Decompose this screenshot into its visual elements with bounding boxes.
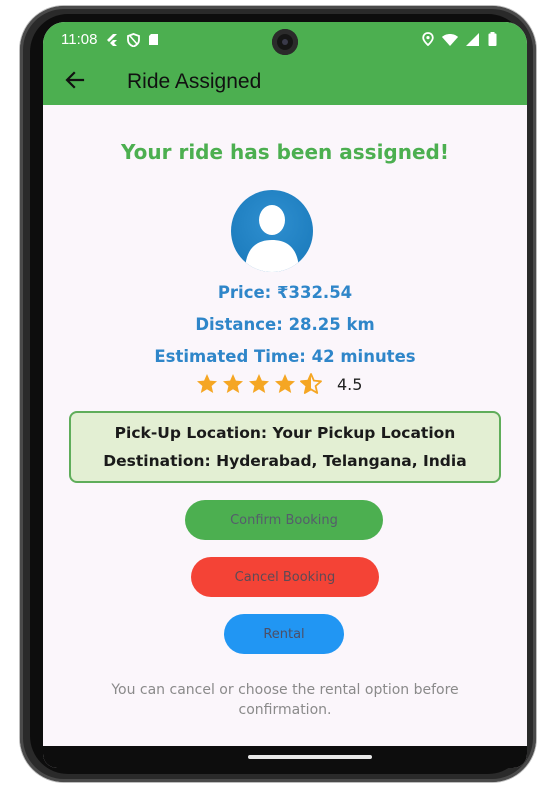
driver-rating: 4.5 [195, 371, 362, 397]
half-star-icon [300, 373, 322, 394]
person-icon [245, 205, 299, 272]
sd-card-icon [149, 34, 159, 45]
flutter-icon [107, 33, 118, 46]
front-camera [272, 29, 298, 55]
shield-icon [127, 32, 141, 47]
star-icon [197, 374, 217, 393]
page-title: Ride Assigned [127, 70, 262, 93]
status-time: 11:08 [61, 31, 98, 48]
distance-text: Distance: 28.25 km [195, 315, 375, 334]
home-gesture-pill[interactable] [248, 755, 372, 759]
cancel-booking-button[interactable]: Cancel Booking [191, 557, 379, 597]
pickup-location: Pick-Up Location: Your Pickup Location [114, 424, 456, 442]
battery-icon [488, 32, 497, 46]
driver-avatar [231, 190, 313, 272]
rental-button[interactable]: Rental [224, 614, 344, 654]
confirm-booking-button[interactable]: Confirm Booking [185, 500, 383, 540]
app-header: 11:08 Ride Assigned [43, 22, 527, 105]
wifi-icon [442, 33, 458, 46]
signal-icon [466, 32, 479, 46]
star-icon [223, 374, 243, 393]
price-text: Price: ₹332.54 [217, 283, 353, 302]
app-screen: 11:08 Ride Assigned Your ride has been a… [43, 22, 527, 768]
location-card: Pick-Up Location: Your Pickup Location D… [69, 411, 501, 483]
star-icon [249, 374, 269, 393]
destination-location: Destination: Hyderabad, Telangana, India [103, 452, 467, 470]
arrow-left-icon[interactable] [63, 68, 87, 92]
location-icon [422, 32, 434, 46]
estimated-time-text: Estimated Time: 42 minutes [154, 347, 416, 366]
booking-footnote: You can cancel or choose the rental opti… [111, 682, 459, 718]
ride-assigned-headline: Your ride has been assigned! [121, 140, 449, 164]
star-icon [275, 374, 295, 393]
rating-value: 4.5 [337, 374, 363, 394]
